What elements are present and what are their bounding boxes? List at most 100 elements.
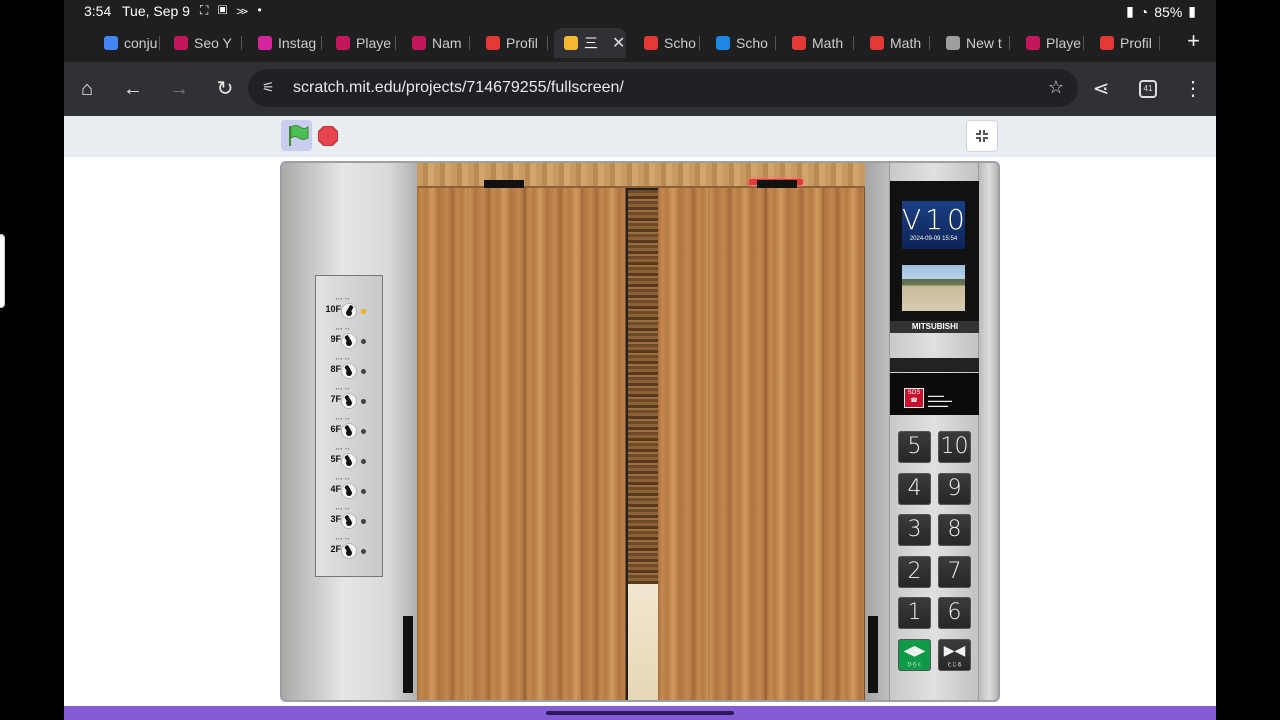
sos-area: SOS ☎ ▬▬▬▬ ▬▬▬▬▬▬ ▬▬▬▬▬ — [890, 373, 980, 415]
tab-5[interactable]: Profil — [476, 28, 548, 58]
status-bar: 3:54 Tue, Sep 9 ⛶ ▣ ≫ • ▮ ◔ 85% ▮ — [64, 0, 1216, 24]
door-open-label: ひらく — [906, 661, 922, 668]
tab-separator — [395, 36, 396, 50]
tab-10[interactable]: Math — [860, 28, 930, 58]
tab-separator — [929, 36, 930, 50]
new-tab-button[interactable]: + — [1187, 28, 1200, 54]
tab-12[interactable]: Playe — [1016, 28, 1084, 58]
green-flag-button[interactable] — [281, 120, 312, 151]
tab-label: Scho — [664, 35, 696, 51]
tab-7[interactable]: Scho — [634, 28, 700, 58]
tab-2[interactable]: Instag — [248, 28, 322, 58]
tab-separator — [321, 36, 322, 50]
tab-13[interactable]: Profil — [1090, 28, 1160, 58]
keyswitch-icon[interactable] — [341, 423, 357, 439]
more-menu-icon[interactable]: ⋮ — [1180, 76, 1206, 102]
floor-button-10[interactable]: 10 — [938, 431, 971, 463]
keyswitch-icon[interactable] — [341, 483, 357, 499]
gesture-home-bar[interactable] — [546, 711, 734, 715]
tab-0[interactable]: conju — [94, 28, 160, 58]
web-page: ▪▪▪ ▪▪ 10F ▪▪▪ ▪▪ 9F ▪▪▪ ▪▪ 8F ▪▪▪ ▪▪ 7F ▪▪▪ ▪▪ 6… — [64, 116, 1216, 706]
door-open-button[interactable]: ◀▶ ひらく — [898, 638, 931, 671]
keyswitch-icon[interactable] — [341, 333, 357, 349]
floor-label: 4F — [330, 484, 341, 494]
tab-separator — [853, 36, 854, 50]
tab-6[interactable]: 三 ✕ — [554, 28, 626, 58]
floor-row: ▪▪▪ ▪▪ 7F — [316, 386, 384, 416]
door-open-icon: ◀▶ — [903, 642, 926, 659]
floor-button-8[interactable]: 8 — [938, 514, 971, 546]
floor-lamp — [361, 339, 366, 344]
door-slot-right — [868, 616, 878, 693]
green-flag-icon — [289, 125, 309, 146]
floor-lamp — [361, 429, 366, 434]
row-caption: ▪▪▪ ▪▪ — [336, 476, 351, 481]
floor-button-9[interactable]: 9 — [938, 472, 971, 505]
keyswitch-icon[interactable] — [341, 303, 357, 319]
tab-9[interactable]: Math — [782, 28, 854, 58]
reload-icon[interactable]: ↻ — [212, 76, 238, 102]
back-icon[interactable]: ← — [120, 76, 146, 102]
keyswitch-icon[interactable] — [341, 393, 357, 409]
scratch-stage[interactable]: ▪▪▪ ▪▪ 10F ▪▪▪ ▪▪ 9F ▪▪▪ ▪▪ 8F ▪▪▪ ▪▪ 7F ▪▪▪ ▪▪ 6… — [280, 161, 1000, 702]
sos-button[interactable]: SOS ☎ — [904, 388, 924, 408]
tab-4[interactable]: Nam — [402, 28, 470, 58]
url-text[interactable]: scratch.mit.edu/projects/714679255/fulls… — [293, 79, 624, 97]
exit-fullscreen-button[interactable] — [966, 120, 998, 152]
share-icon[interactable]: ⋖ — [1088, 76, 1114, 102]
tab-11[interactable]: New t — [936, 28, 1010, 58]
floor-row: ▪▪▪ ▪▪ 9F — [316, 326, 384, 356]
keyswitch-icon[interactable] — [341, 513, 357, 529]
stop-button[interactable] — [317, 125, 339, 147]
tab-separator — [547, 36, 548, 50]
s-icon — [870, 36, 884, 50]
floor-button-5[interactable]: 5 — [898, 431, 931, 463]
edge-panel-handle[interactable] — [0, 234, 5, 308]
device-screen: 3:54 Tue, Sep 9 ⛶ ▣ ≫ • ▮ ◔ 85% ▮ conju S… — [64, 0, 1216, 720]
floor-lockout-panel: ▪▪▪ ▪▪ 10F ▪▪▪ ▪▪ 9F ▪▪▪ ▪▪ 8F ▪▪▪ ▪▪ 7F ▪▪▪ ▪▪ 6… — [315, 275, 383, 577]
site-info-icon[interactable]: ⚟ — [262, 79, 275, 96]
row-caption: ▪▪▪ ▪▪ — [336, 446, 351, 451]
floor-button-1[interactable]: 1 — [898, 597, 931, 629]
tab-1[interactable]: Seo Y — [164, 28, 242, 58]
floor-button-4[interactable]: 4 — [898, 472, 931, 505]
drop-icon — [174, 36, 188, 50]
tab-8[interactable]: Scho — [706, 28, 776, 58]
floor-lamp — [361, 369, 366, 374]
home-icon[interactable]: ⌂ — [74, 76, 100, 102]
tab-separator — [1159, 36, 1160, 50]
address-bar[interactable]: ⚟ scratch.mit.edu/projects/714679255/ful… — [248, 69, 1078, 107]
tab-separator — [1083, 36, 1084, 50]
scratch-controls-bar — [64, 116, 1216, 157]
s-icon — [644, 36, 658, 50]
s-icon — [792, 36, 806, 50]
row-caption: ▪▪▪ ▪▪ — [336, 326, 351, 331]
floor-lamp — [361, 489, 366, 494]
keyswitch-icon[interactable] — [341, 363, 357, 379]
tab-label: Math — [812, 35, 844, 51]
header-notch-left — [484, 180, 524, 188]
drop-icon — [1026, 36, 1040, 50]
tab-label: Instag — [278, 35, 317, 51]
tab-switcher-button[interactable]: 41 — [1139, 80, 1157, 98]
floor-row: ▪▪▪ ▪▪ 10F — [316, 296, 384, 326]
tab-label: Profil — [1120, 35, 1152, 51]
floor-button-2[interactable]: 2 — [898, 555, 931, 588]
status-right: ▮ ◔ 85% ▮ — [1126, 3, 1196, 20]
forward-icon[interactable]: → — [166, 76, 192, 102]
floor-button-3[interactable]: 3 — [898, 514, 931, 546]
floor-button-6[interactable]: 6 — [938, 597, 971, 629]
close-tab-icon[interactable]: ✕ — [612, 33, 625, 53]
bookmark-star-icon[interactable]: ☆ — [1048, 77, 1064, 98]
floor-row: ▪▪▪ ▪▪ 5F — [316, 446, 384, 476]
keyswitch-icon[interactable] — [341, 543, 357, 559]
row-caption: ▪▪▪ ▪▪ — [336, 386, 351, 391]
row-caption: ▪▪▪ ▪▪ — [336, 356, 351, 361]
floor-button-7[interactable]: 7 — [938, 555, 971, 588]
floor-label: 3F — [330, 514, 341, 524]
tab-3[interactable]: Playe — [326, 28, 396, 58]
tab-strip: conju Seo Y Instag Playe Nam Profil 三 ✕ Scho Scho… — [64, 24, 1216, 62]
floor-row: ▪▪▪ ▪▪ 8F — [316, 356, 384, 386]
door-close-button[interactable]: ▶◀ とじる — [938, 638, 971, 671]
keyswitch-icon[interactable] — [341, 453, 357, 469]
